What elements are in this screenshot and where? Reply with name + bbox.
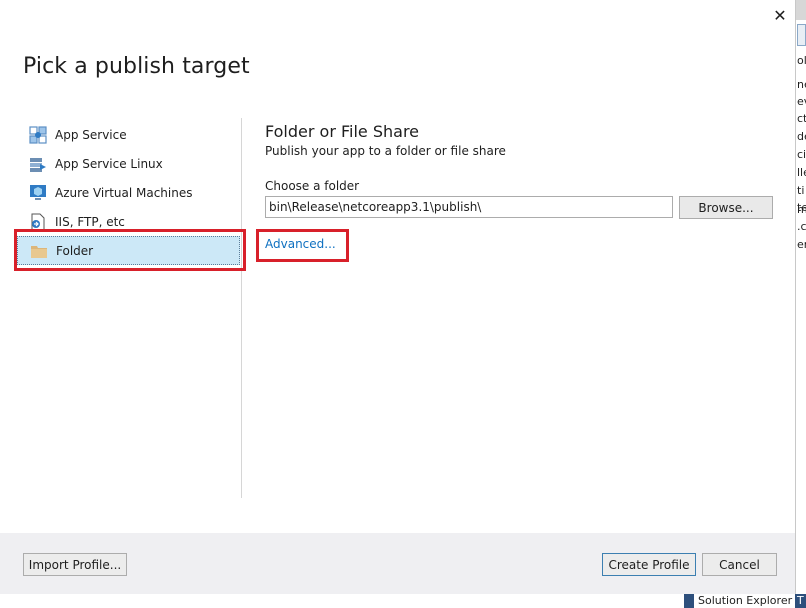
nav-item-app-service[interactable]: App Service: [23, 120, 243, 149]
background-text: de: [797, 130, 806, 143]
folder-icon: [30, 242, 48, 260]
nav-item-label: IIS, FTP, etc: [55, 214, 125, 229]
app-service-icon: [29, 125, 47, 144]
cancel-button[interactable]: Cancel: [702, 553, 777, 576]
background-text: m: [797, 203, 806, 216]
background-text: er: [797, 238, 806, 251]
close-icon[interactable]: ✕: [770, 6, 790, 26]
panel-subtitle: Publish your app to a folder or file sha…: [265, 144, 506, 158]
browse-button[interactable]: Browse...: [679, 196, 773, 219]
target-nav: App Service App Service Linux Azure Virt…: [17, 120, 243, 265]
background-tab[interactable]: T: [795, 594, 806, 608]
nav-divider: [241, 118, 242, 498]
background-text: ci: [797, 148, 806, 161]
background-text: ct: [797, 112, 806, 125]
choose-folder-label: Choose a folder: [265, 179, 360, 193]
nav-item-azure-vm[interactable]: Azure Virtual Machines: [23, 178, 243, 207]
background-toolbar: [796, 0, 806, 20]
app-service-linux-icon: [29, 155, 47, 173]
background-text: ne: [797, 78, 806, 91]
background-bottom: [0, 594, 684, 608]
iis-ftp-icon: [29, 213, 47, 231]
folder-path-input[interactable]: [265, 196, 673, 218]
panel-title: Folder or File Share: [265, 122, 420, 141]
nav-item-iis-ftp[interactable]: IIS, FTP, etc: [23, 207, 243, 236]
nav-item-label: App Service: [55, 127, 127, 142]
publish-dialog: ✕ Pick a publish target App Service App …: [0, 0, 795, 594]
nav-item-label: App Service Linux: [55, 156, 163, 171]
advanced-link[interactable]: Advanced...: [265, 237, 336, 251]
target-panel: Folder or File Share Publish your app to…: [265, 122, 775, 158]
background-toolbar-button: [797, 24, 806, 46]
nav-item-folder[interactable]: Folder: [17, 236, 240, 265]
background-ide-strip: ol ne ev ct de ci lle ti te m .c er: [795, 0, 806, 608]
background-text: ol: [797, 54, 806, 67]
background-text: ti: [797, 184, 805, 197]
nav-item-label: Azure Virtual Machines: [55, 185, 193, 200]
solution-explorer-tab[interactable]: Solution Explorer: [694, 594, 797, 608]
background-text: .c: [797, 220, 806, 233]
nav-item-label: Folder: [56, 243, 94, 258]
import-profile-button[interactable]: Import Profile...: [23, 553, 127, 576]
background-text: lle: [797, 166, 806, 179]
background-text: ev: [797, 95, 806, 108]
create-profile-button[interactable]: Create Profile: [602, 553, 696, 576]
dialog-title: Pick a publish target: [23, 54, 250, 79]
dialog-footer: Import Profile... Create Profile Cancel: [0, 533, 795, 594]
nav-item-app-service-linux[interactable]: App Service Linux: [23, 149, 243, 178]
virtual-machine-icon: [29, 184, 47, 202]
